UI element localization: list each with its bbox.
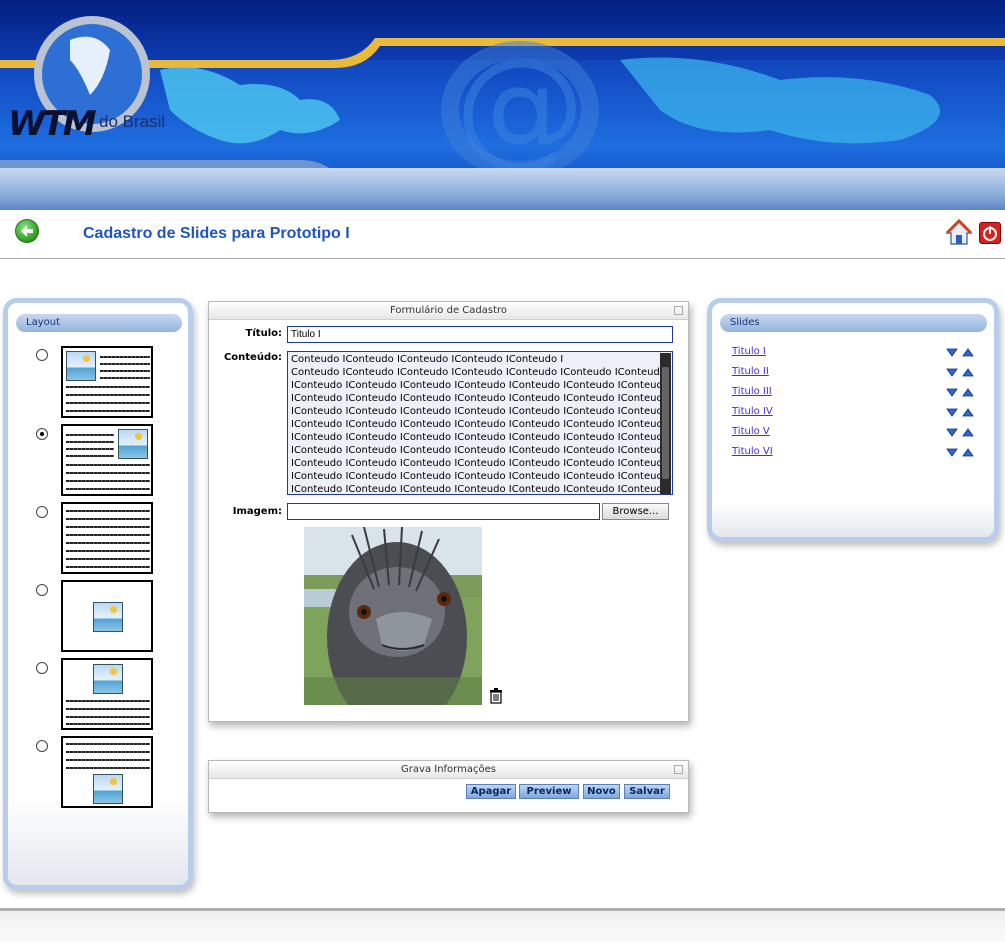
layout-radio-2[interactable]: [36, 428, 48, 440]
conteudo-line: Conteudo IConteudo IConteudo IConteudo I…: [291, 367, 666, 378]
scrollbar-thumb[interactable]: [662, 367, 669, 479]
move-up-icon[interactable]: [962, 447, 974, 457]
imagem-label: Imagem:: [232, 506, 282, 517]
slide-link[interactable]: Titulo III: [732, 386, 772, 397]
layout-option-3[interactable]: [61, 502, 153, 574]
slide-link[interactable]: Titulo VI: [732, 446, 773, 457]
form-title: Formulário de Cadastro: [389, 305, 508, 316]
layout-radio-3[interactable]: [36, 506, 48, 518]
conteudo-line: IConteudo IConteudo IConteudo IConteudo …: [291, 471, 669, 482]
layout-panel-title: Layout: [26, 317, 60, 328]
conteudo-line: IConteudo IConteudo IConteudo IConteudo …: [291, 393, 669, 404]
slide-link[interactable]: Titulo IV: [732, 406, 773, 417]
header-banner: @ WTM do Brasil: [0, 0, 1005, 210]
image-placeholder-icon: [93, 664, 123, 694]
header-divider: [0, 258, 1005, 259]
conteudo-line: Conteudo IConteudo IConteudo IConteudo I…: [291, 354, 564, 365]
layout-panel-header: Layout: [16, 314, 182, 332]
continent-shape: [160, 67, 340, 144]
footer: [0, 911, 1005, 942]
move-down-icon[interactable]: [946, 407, 958, 417]
layout-option-1[interactable]: [61, 346, 153, 418]
home-icon[interactable]: [945, 219, 973, 246]
slides-panel: [707, 298, 999, 542]
layout-radio-1[interactable]: [36, 349, 48, 361]
logo-subtitle: do Brasil: [99, 112, 166, 131]
layout-option-4[interactable]: [61, 580, 153, 652]
conteudo-line: IConteudo IConteudo IConteudo IConteudo …: [291, 419, 669, 430]
slide-link[interactable]: Titulo I: [732, 346, 766, 357]
banner-band: [0, 168, 1005, 210]
logo: WTM: [8, 104, 97, 144]
trash-icon[interactable]: [489, 688, 503, 704]
move-up-icon[interactable]: [962, 387, 974, 397]
image-placeholder-icon: [66, 351, 96, 381]
titulo-input[interactable]: [287, 326, 673, 343]
conteudo-label: Conteúdo:: [223, 352, 282, 363]
continent-shape-2: [620, 57, 940, 144]
conteudo-line: IConteudo IConteudo IConteudo IConteudo …: [291, 380, 669, 391]
slides-panel-header: Slides: [720, 314, 987, 332]
conteudo-textarea[interactable]: Conteudo IConteudo IConteudo IConteudo I…: [287, 351, 673, 495]
back-arrow-icon[interactable]: [15, 219, 39, 243]
close-icon[interactable]: [674, 306, 683, 315]
textarea-scrollbar[interactable]: [660, 353, 671, 494]
move-up-icon[interactable]: [962, 407, 974, 417]
imagem-file-input[interactable]: [287, 503, 600, 520]
page-title: Cadastro de Slides para Prototipo I: [83, 225, 350, 242]
layout-option-5[interactable]: [61, 658, 153, 730]
conteudo-text: Conteudo IConteudo IConteudo IConteudo I…: [291, 353, 669, 495]
move-down-icon[interactable]: [946, 447, 958, 457]
conteudo-line: IConteudo IConteudo IConteudo IConteudo …: [291, 458, 669, 469]
move-down-icon[interactable]: [946, 347, 958, 357]
novo-button[interactable]: Novo: [583, 784, 620, 799]
apagar-button[interactable]: Apagar: [466, 784, 516, 799]
layout-radio-6[interactable]: [36, 740, 48, 752]
image-placeholder-icon: [118, 429, 148, 459]
move-up-icon[interactable]: [962, 347, 974, 357]
layout-radio-5[interactable]: [36, 662, 48, 674]
grava-title: Grava Informações: [401, 764, 496, 775]
slide-link[interactable]: Titulo V: [732, 426, 770, 437]
salvar-button[interactable]: Salvar: [624, 784, 670, 799]
slides-panel-title: Slides: [730, 317, 760, 328]
close-icon[interactable]: [674, 765, 683, 774]
conteudo-line: IConteudo IConteudo IConteudo IConteudo …: [291, 406, 669, 417]
form-window-titlebar: Formulário de Cadastro: [209, 302, 688, 320]
move-down-icon[interactable]: [946, 387, 958, 397]
image-placeholder-icon: [93, 774, 123, 804]
at-sign: @: [455, 29, 585, 181]
image-placeholder-icon: [93, 602, 123, 632]
layout-option-6[interactable]: [61, 736, 153, 808]
move-up-icon[interactable]: [962, 367, 974, 377]
slide-link[interactable]: Titulo II: [732, 366, 769, 377]
move-down-icon[interactable]: [946, 427, 958, 437]
grava-window-titlebar: Grava Informações: [209, 761, 688, 779]
titulo-label: Título:: [245, 328, 282, 339]
layout-radio-4[interactable]: [36, 584, 48, 596]
slide-image-preview: [304, 527, 482, 705]
browse-button[interactable]: Browse...: [602, 503, 669, 520]
conteudo-line: IConteudo IConteudo IConteudo IConteudo …: [291, 484, 669, 495]
conteudo-line: IConteudo IConteudo IConteudo IConteudo …: [291, 445, 669, 456]
preview-button[interactable]: Preview: [519, 784, 579, 799]
conteudo-line: IConteudo IConteudo IConteudo IConteudo …: [291, 432, 669, 443]
power-icon[interactable]: [979, 222, 1001, 244]
move-up-icon[interactable]: [962, 427, 974, 437]
move-down-icon[interactable]: [946, 367, 958, 377]
layout-option-2[interactable]: [61, 424, 153, 496]
